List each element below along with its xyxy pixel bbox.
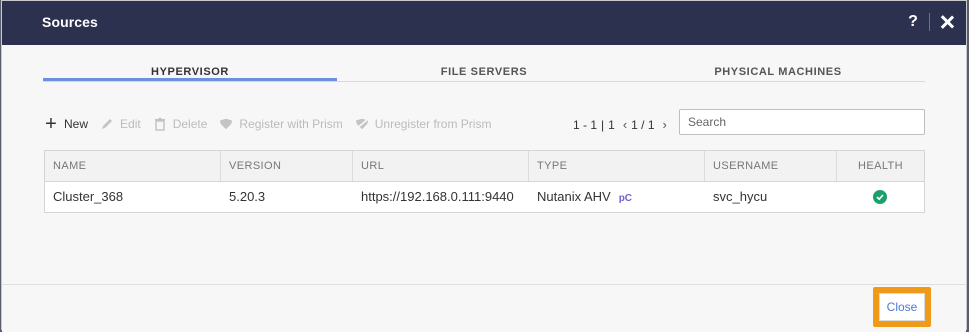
delete-label: Delete — [172, 117, 208, 131]
sources-table: NAME VERSION URL TYPE USERNAME HEALTH Cl… — [44, 150, 925, 213]
edit-button[interactable]: Edit — [100, 117, 141, 131]
column-header-version[interactable]: VERSION — [221, 151, 353, 181]
tag-icon — [219, 117, 233, 131]
source-tabs: HYPERVISOR FILE SERVERS PHYSICAL MACHINE… — [43, 63, 925, 82]
pager-separator: | — [601, 117, 605, 132]
pager-total: 1 — [608, 117, 615, 132]
pager-pages: 1 / 1 — [631, 117, 655, 132]
pencil-icon — [100, 117, 114, 131]
cell-type: Nutanix AHV pC — [529, 182, 632, 212]
chevron-right-icon[interactable]: › — [663, 117, 667, 132]
trash-icon — [153, 117, 167, 131]
close-button[interactable]: Close — [879, 293, 925, 321]
tab-physical-machines[interactable]: PHYSICAL MACHINES — [631, 63, 925, 81]
title-actions: ? — [907, 13, 954, 31]
tag-slash-icon — [355, 117, 369, 131]
column-header-health[interactable]: HEALTH — [837, 151, 924, 181]
sources-dialog: Sources ? HYPERVISOR FILE SERVERS PHYSIC… — [1, 0, 967, 332]
toolbar: + New Edit Delete Register with Prism Un… — [44, 113, 503, 135]
pager-range: 1 - 1 — [573, 117, 598, 132]
cell-url: https://192.168.0.111:9440 — [361, 189, 514, 204]
tab-file-servers[interactable]: FILE SERVERS — [337, 63, 631, 81]
active-tab-indicator — [43, 78, 337, 81]
pc-badge: pC — [618, 193, 633, 204]
column-header-name[interactable]: NAME — [45, 151, 221, 181]
dialog-title: Sources — [42, 14, 98, 30]
dialog-titlebar: Sources ? — [2, 1, 966, 45]
table-header: NAME VERSION URL TYPE USERNAME HEALTH — [45, 151, 924, 182]
unregister-from-prism-button[interactable]: Unregister from Prism — [355, 117, 492, 131]
delete-button[interactable]: Delete — [153, 117, 208, 131]
edit-label: Edit — [120, 117, 141, 131]
column-header-type[interactable]: TYPE — [529, 151, 705, 181]
column-header-url[interactable]: URL — [353, 151, 529, 181]
cell-version: 5.20.3 — [229, 189, 266, 204]
help-icon[interactable]: ? — [907, 13, 919, 31]
dialog-footer — [2, 284, 966, 332]
close-button-highlight: Close — [873, 287, 931, 327]
new-button[interactable]: + New — [44, 113, 89, 135]
register-label: Register with Prism — [239, 117, 343, 131]
new-label: New — [64, 117, 89, 131]
cell-username: svc_hycu — [713, 189, 768, 204]
type-label: Nutanix AHV — [537, 189, 611, 204]
title-divider — [929, 13, 930, 31]
register-with-prism-button[interactable]: Register with Prism — [219, 117, 343, 131]
pagination: 1 - 1 | 1 ‹ 1 / 1 › — [573, 117, 671, 132]
close-icon[interactable] — [940, 15, 954, 29]
column-header-username[interactable]: USERNAME — [705, 151, 837, 181]
cell-name: Cluster_368 — [53, 189, 124, 204]
table-row[interactable]: Cluster_368 5.20.3 https://192.168.0.111… — [45, 182, 924, 212]
chevron-left-icon[interactable]: ‹ — [623, 117, 627, 132]
plus-icon: + — [45, 113, 57, 135]
search-input[interactable] — [679, 109, 925, 135]
unregister-label: Unregister from Prism — [374, 117, 492, 131]
check-circle-icon — [873, 190, 887, 204]
